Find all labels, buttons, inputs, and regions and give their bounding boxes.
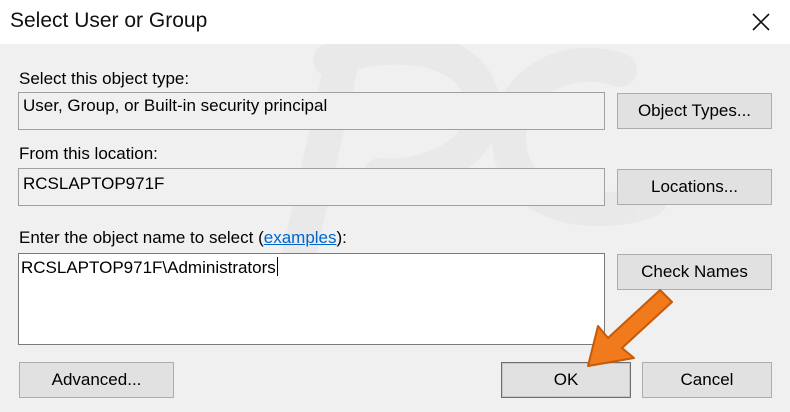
ok-button[interactable]: OK — [501, 362, 631, 398]
object-name-value: RCSLAPTOP971F\Administrators — [21, 258, 276, 277]
object-type-field: User, Group, or Built-in security princi… — [18, 92, 605, 130]
cancel-button[interactable]: Cancel — [642, 362, 772, 398]
object-name-input[interactable]: RCSLAPTOP971F\Administrators — [18, 253, 605, 345]
text-caret — [276, 257, 278, 276]
title-bar: Select User or Group — [0, 0, 790, 44]
check-names-button[interactable]: Check Names — [617, 254, 772, 290]
watermark-logo — [283, 30, 667, 267]
close-button[interactable] — [738, 2, 784, 42]
object-name-label-suffix: ): — [336, 228, 347, 247]
locations-button[interactable]: Locations... — [617, 169, 772, 205]
close-icon — [752, 13, 770, 31]
object-types-button[interactable]: Object Types... — [617, 93, 772, 129]
object-name-label-prefix: Enter the object name to select ( — [19, 228, 264, 247]
dialog-title: Select User or Group — [10, 9, 208, 32]
location-label: From this location: — [19, 144, 158, 163]
location-field: RCSLAPTOP971F — [18, 168, 605, 206]
select-user-or-group-dialog: Select User or Group Select this object … — [0, 0, 790, 412]
advanced-button[interactable]: Advanced... — [19, 362, 174, 398]
examples-link[interactable]: examples — [264, 228, 337, 247]
object-name-label: Enter the object name to select (example… — [19, 228, 347, 248]
object-type-label: Select this object type: — [19, 69, 190, 88]
